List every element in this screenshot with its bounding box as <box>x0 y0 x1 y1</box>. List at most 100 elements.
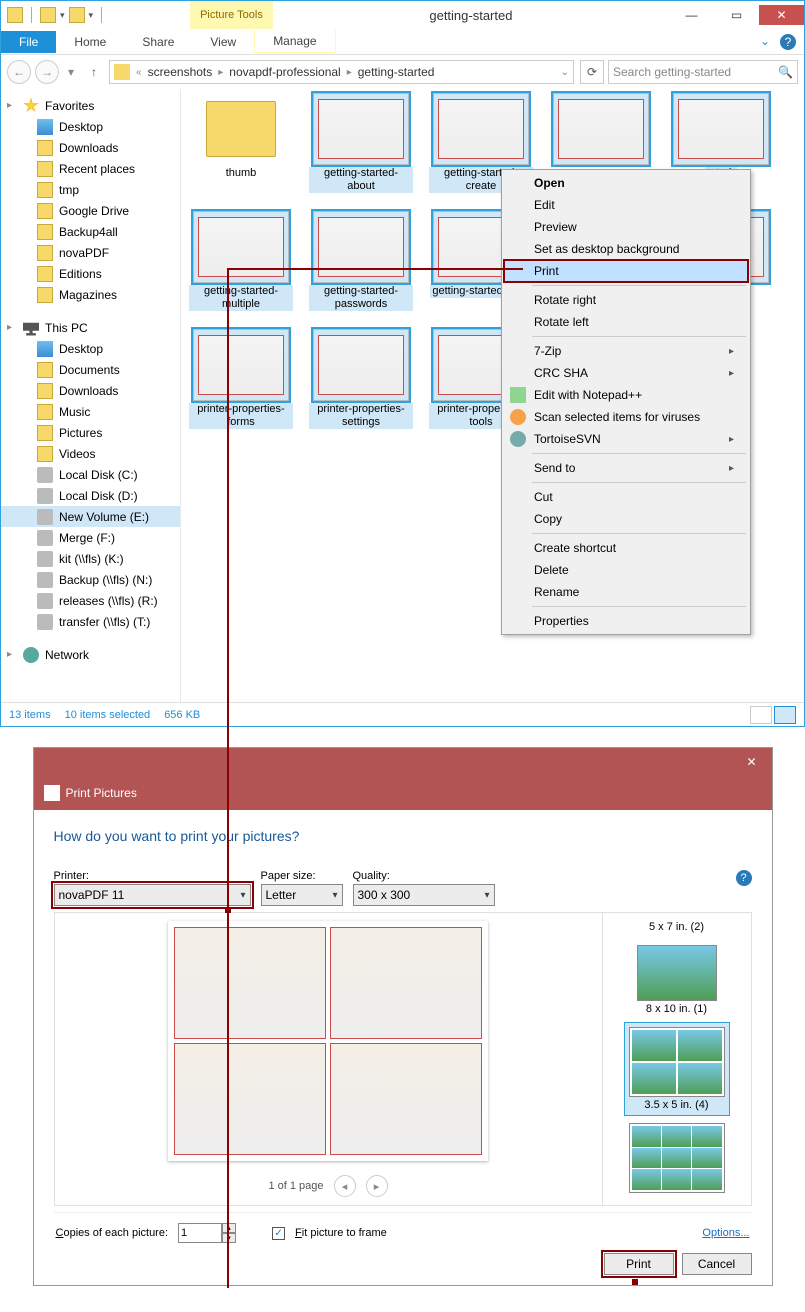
spin-up[interactable]: ▴ <box>222 1223 236 1233</box>
tree-item[interactable]: Google Drive <box>59 204 129 218</box>
ctx-edit[interactable]: Edit <box>504 194 748 216</box>
ctx-preview[interactable]: Preview <box>504 216 748 238</box>
paper-select[interactable]: Letter ▾ <box>261 884 343 906</box>
refresh-button[interactable]: ⟳ <box>580 60 604 84</box>
ctx-rotate-left[interactable]: Rotate left <box>504 311 748 333</box>
help-icon[interactable]: ? <box>736 870 752 886</box>
expand-icon[interactable]: ▸ <box>7 322 17 333</box>
layout-option[interactable]: 8 x 10 in. (1) <box>633 941 721 1019</box>
prev-page-button[interactable]: ◂ <box>334 1175 356 1197</box>
layout-option[interactable]: 3.5 x 5 in. (4) <box>625 1023 729 1115</box>
tree-item[interactable]: Backup4all <box>59 225 118 239</box>
breadcrumb-seg[interactable]: novapdf-professional <box>227 65 342 79</box>
breadcrumb-seg[interactable]: screenshots <box>146 65 215 79</box>
breadcrumb[interactable]: « screenshots ▸ novapdf-professional ▸ g… <box>109 60 574 84</box>
chevron-right-icon[interactable]: ▸ <box>216 67 225 78</box>
chevron-down-icon[interactable]: ▾ <box>89 10 94 21</box>
quality-select[interactable]: 300 x 300 ▾ <box>353 884 495 906</box>
ctx-scan-viruses[interactable]: Scan selected items for viruses <box>504 406 748 428</box>
tree-network[interactable]: Network <box>45 648 89 662</box>
layout-option[interactable]: 5 x 7 in. (2) <box>645 917 708 937</box>
tree-item[interactable]: tmp <box>59 183 79 197</box>
tree-item[interactable]: novaPDF <box>59 246 109 260</box>
close-button[interactable]: ✕ <box>732 748 772 776</box>
ribbon-manage[interactable]: Manage <box>254 30 335 53</box>
ribbon-view[interactable]: View <box>192 31 254 53</box>
tree-item[interactable]: Backup (\\fls) (N:) <box>59 573 152 587</box>
copies-input[interactable]: 1 <box>178 1223 222 1243</box>
ctx-crc[interactable]: CRC SHA▸ <box>504 362 748 384</box>
tree-item[interactable]: transfer (\\fls) (T:) <box>59 615 150 629</box>
ctx-delete[interactable]: Delete <box>504 559 748 581</box>
tree-item[interactable]: New Volume (E:) <box>59 510 149 524</box>
ctx-copy[interactable]: Copy <box>504 508 748 530</box>
breadcrumb-seg[interactable]: getting-started <box>356 65 437 79</box>
tree-item[interactable]: Documents <box>59 363 120 377</box>
ctx-set-background[interactable]: Set as desktop background <box>504 238 748 260</box>
chevron-right-icon[interactable]: ▸ <box>345 67 354 78</box>
tree-item[interactable]: Music <box>59 405 90 419</box>
file-item[interactable]: getting-started-passwords <box>309 211 413 311</box>
history-dropdown[interactable]: ▾ <box>63 60 79 84</box>
printer-select[interactable]: novaPDF 11 ▾ <box>54 884 251 906</box>
search-icon[interactable]: 🔍 <box>778 65 793 79</box>
cancel-button[interactable]: Cancel <box>682 1253 752 1275</box>
view-details-button[interactable] <box>750 706 772 724</box>
close-button[interactable]: ✕ <box>759 5 804 25</box>
ctx-7zip[interactable]: 7-Zip▸ <box>504 340 748 362</box>
search-input[interactable]: Search getting-started 🔍 <box>608 60 798 84</box>
layout-option[interactable] <box>625 1119 729 1197</box>
file-item[interactable]: getting-started-about <box>309 93 413 193</box>
file-item[interactable]: printer-properties-settings <box>309 329 413 429</box>
ribbon-share[interactable]: Share <box>124 31 192 53</box>
ctx-rotate-right[interactable]: Rotate right <box>504 289 748 311</box>
tree-item[interactable]: Videos <box>59 447 95 461</box>
minimize-button[interactable]: — <box>669 5 714 25</box>
back-button[interactable]: ← <box>7 60 31 84</box>
tree-item[interactable]: Pictures <box>59 426 102 440</box>
ctx-properties[interactable]: Properties <box>504 610 748 632</box>
up-button[interactable]: ↑ <box>83 61 105 83</box>
tree-item[interactable]: Editions <box>59 267 102 281</box>
nav-tree[interactable]: ▸ Favorites Desktop Downloads Recent plac… <box>1 89 181 702</box>
titlebar[interactable]: ▾ ▾ Picture Tools getting-started — ▭ ✕ <box>1 1 804 29</box>
ctx-sendto[interactable]: Send to▸ <box>504 457 748 479</box>
tree-item[interactable]: Magazines <box>59 288 117 302</box>
ctx-print[interactable]: Print <box>504 260 748 282</box>
file-item[interactable]: printer-properties-forms <box>189 329 293 429</box>
qat-icon[interactable] <box>69 7 85 23</box>
view-thumbs-button[interactable] <box>774 706 796 724</box>
breadcrumb-overflow[interactable]: « <box>134 67 144 78</box>
ctx-notepadpp[interactable]: Edit with Notepad++ <box>504 384 748 406</box>
expand-icon[interactable]: ▸ <box>7 649 17 660</box>
layout-list[interactable]: 5 x 7 in. (2) 8 x 10 in. (1) 3.5 x 5 in.… <box>602 912 752 1206</box>
ribbon-expand-icon[interactable]: ⌄ <box>760 34 770 50</box>
expand-icon[interactable]: ▸ <box>7 100 17 111</box>
tree-item[interactable]: Downloads <box>59 141 118 155</box>
ctx-tortoisesvn[interactable]: TortoiseSVN▸ <box>504 428 748 450</box>
tree-item[interactable]: releases (\\fls) (R:) <box>59 594 158 608</box>
tree-item[interactable]: Recent places <box>59 162 135 176</box>
ctx-cut[interactable]: Cut <box>504 486 748 508</box>
chevron-down-icon[interactable]: ⌄ <box>559 67 571 78</box>
ctx-open[interactable]: Open <box>504 172 748 194</box>
options-link[interactable]: Options... <box>702 1227 749 1239</box>
tree-thispc[interactable]: This PC <box>45 321 88 335</box>
tree-item[interactable]: Merge (F:) <box>59 531 115 545</box>
ribbon-file[interactable]: File <box>1 31 56 53</box>
next-page-button[interactable]: ▸ <box>366 1175 388 1197</box>
print-button[interactable]: Print <box>604 1253 674 1275</box>
fit-checkbox[interactable]: ✓ <box>272 1227 285 1240</box>
ctx-create-shortcut[interactable]: Create shortcut <box>504 537 748 559</box>
qat-icon[interactable] <box>40 7 56 23</box>
tree-item[interactable]: Desktop <box>59 120 103 134</box>
file-item[interactable]: getting-started-multiple <box>189 211 293 311</box>
help-icon[interactable]: ? <box>780 34 796 50</box>
dialog-titlebar[interactable]: ✕ <box>34 748 772 776</box>
chevron-down-icon[interactable]: ▾ <box>60 10 65 21</box>
tree-item[interactable]: Desktop <box>59 342 103 356</box>
tree-favorites[interactable]: Favorites <box>45 99 94 113</box>
tree-item[interactable]: Local Disk (D:) <box>59 489 138 503</box>
file-item[interactable]: thumb <box>189 93 293 193</box>
forward-button[interactable]: → <box>35 60 59 84</box>
